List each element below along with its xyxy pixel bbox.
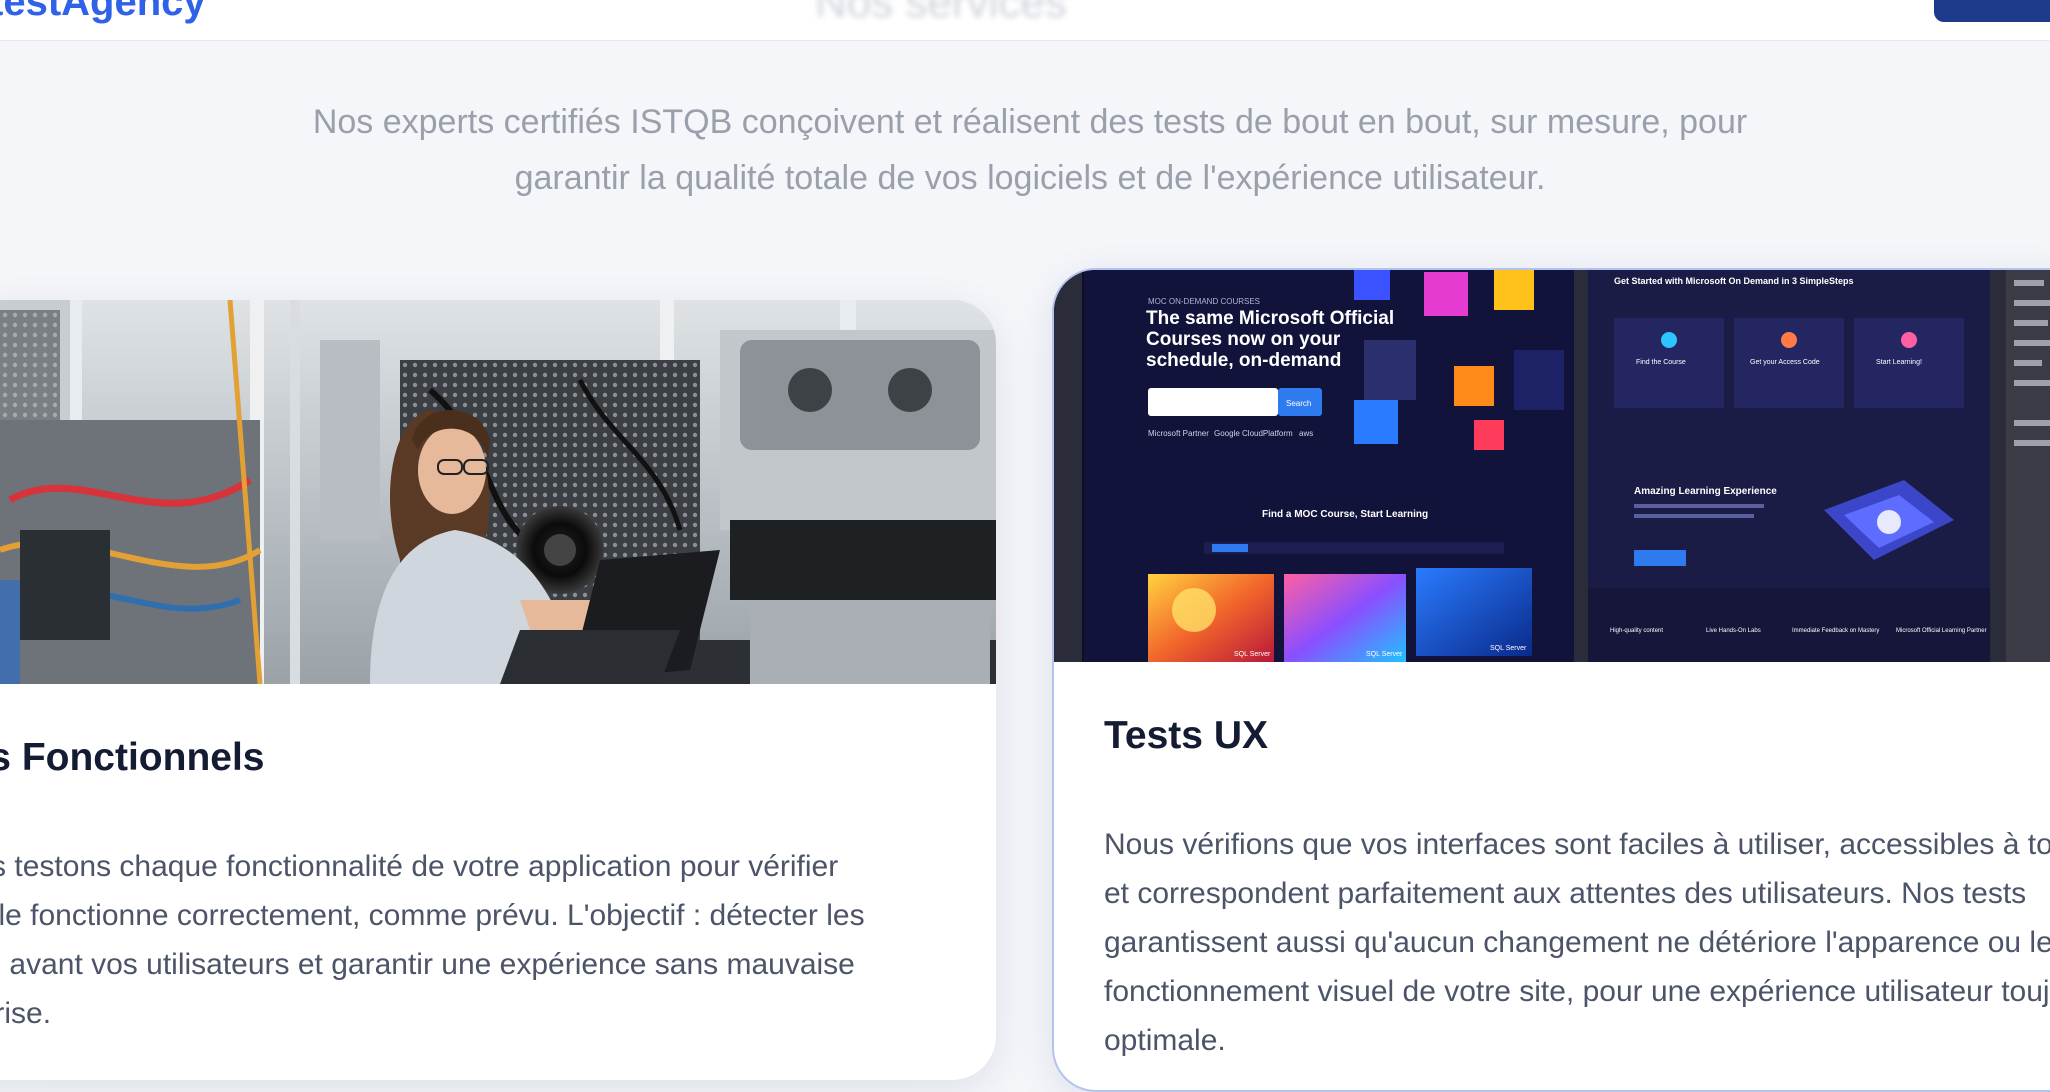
mockup-amazing-title: Amazing Learning Experience: [1634, 486, 1777, 497]
blurred-nav-text: Nos services: [815, 0, 1067, 27]
mockup-search-button: Search: [1286, 399, 1311, 408]
card-title-functional: Tests Fonctionnels: [0, 736, 265, 779]
ux-testing-screenshot: MOC ON-DEMAND COURSES The same Microsoft…: [1054, 270, 2050, 662]
functional-testing-photo: [0, 300, 996, 684]
mockup-feature-3: Immediate Feedback on Mastery: [1792, 628, 1879, 634]
mockup-find-title: Find a MOC Course, Start Learning: [1262, 509, 1428, 520]
service-card-ux[interactable]: MOC ON-DEMAND COURSES The same Microsoft…: [1052, 268, 2050, 1092]
mockup-steps-title: Get Started with Microsoft On Demand in …: [1614, 276, 1854, 286]
mockup-step-1: Find the Course: [1636, 359, 1686, 366]
brand-logo[interactable]: testAgency: [0, 0, 206, 25]
mockup-feature-2: Live Hands-On Labs: [1706, 628, 1761, 634]
mockup-partner-1: Microsoft Partner: [1148, 429, 1209, 438]
header-cta-button[interactable]: [1934, 0, 2050, 22]
mockup-eyebrow: MOC ON-DEMAND COURSES: [1148, 297, 1260, 306]
mockup-partner-2: Google CloudPlatform: [1214, 429, 1293, 438]
mockup-step-2: Get your Access Code: [1750, 359, 1820, 366]
mockup-hero-text: The same Microsoft Official Courses now …: [1146, 308, 1395, 371]
card-description-ux: Nous vérifions que vos interfaces sont f…: [1104, 828, 2050, 1057]
mockup-tile-label-2: SQL Server: [1366, 651, 1403, 658]
card-description-functional: Nous testons chaque fonctionnalité de vo…: [0, 850, 865, 1030]
site-header: testAgency Nos services: [0, 0, 2050, 41]
card-title-ux: Tests UX: [1104, 714, 1268, 757]
mockup-partner-3: aws: [1299, 429, 1313, 438]
service-card-functional[interactable]: Tests Fonctionnels Nous testons chaque f…: [0, 300, 996, 1080]
mockup-feature-1: High-quality content: [1610, 628, 1663, 634]
mockup-tile-label-1: SQL Server: [1234, 651, 1271, 658]
mockup-feature-4: Microsoft Official Learning Partner: [1896, 628, 1987, 634]
mockup-step-3: Start Learning!: [1876, 359, 1922, 366]
mockup-tile-label-3: SQL Server: [1490, 645, 1527, 652]
intro-text: Nos experts certifiés ISTQB conçoivent e…: [312, 103, 1748, 197]
